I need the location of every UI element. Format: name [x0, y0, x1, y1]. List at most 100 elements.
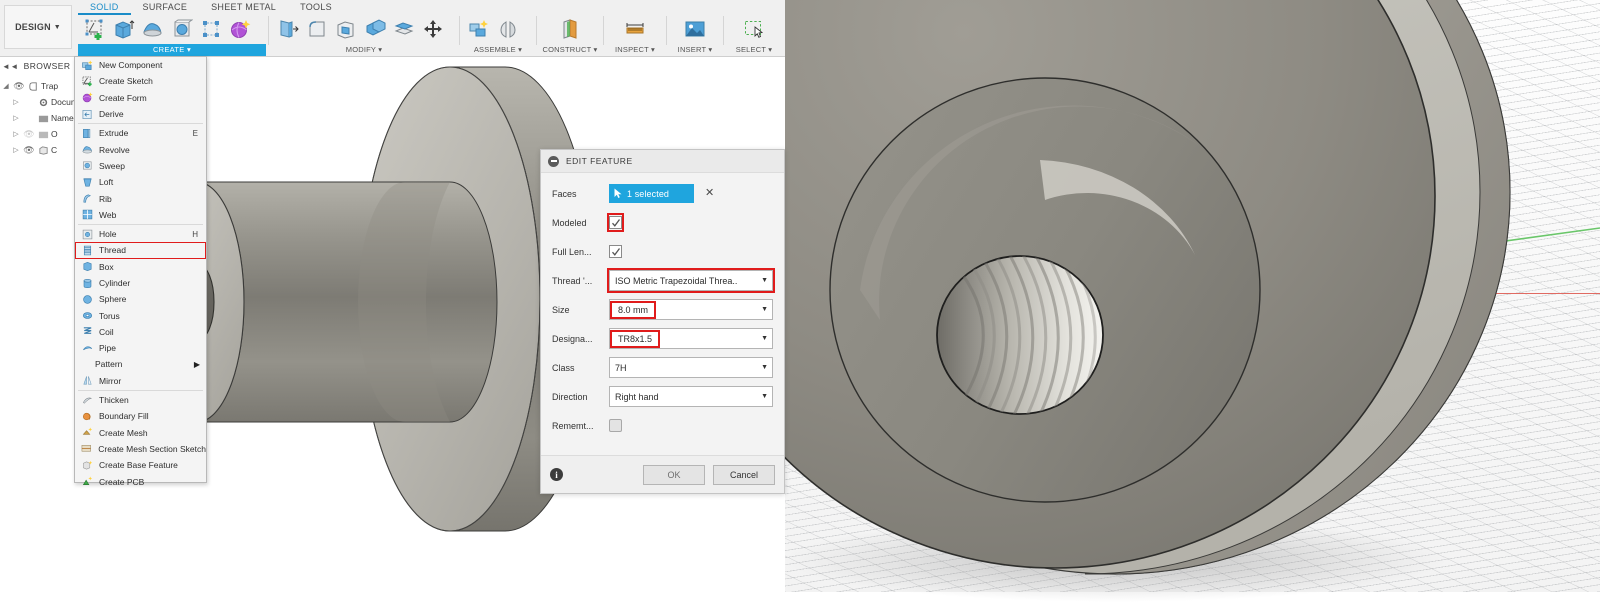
- chevron-down-icon[interactable]: ▼: [761, 271, 768, 290]
- pattern-icon[interactable]: [197, 15, 224, 43]
- body-icon: [36, 145, 51, 156]
- thread-type-combo[interactable]: ISO Metric Trapezoidal Threa.. ▼: [607, 268, 775, 293]
- menu-item-boundary-fill[interactable]: Boundary Fill: [75, 408, 206, 424]
- offset-plane-icon[interactable]: [557, 15, 584, 43]
- form-icon[interactable]: [226, 15, 253, 43]
- class-combo[interactable]: 7H ▼: [609, 357, 773, 378]
- chevron-down-icon[interactable]: ▼: [761, 300, 768, 319]
- menu-item-mirror[interactable]: Mirror: [75, 373, 206, 389]
- menu-item-create-mesh[interactable]: Create Mesh: [75, 425, 206, 441]
- ribbon-group-label-select[interactable]: SELECT ▾: [726, 44, 782, 56]
- tab-surface[interactable]: SURFACE: [131, 1, 200, 15]
- expand-triangle-icon[interactable]: ▷: [10, 98, 22, 106]
- ok-button[interactable]: OK: [643, 464, 705, 485]
- tab-solid[interactable]: SOLID: [78, 1, 131, 15]
- base-feature-icon: [79, 459, 95, 472]
- tab-tools[interactable]: TOOLS: [288, 1, 344, 15]
- pipe-icon: [79, 342, 95, 355]
- chevron-down-icon[interactable]: ▼: [761, 387, 768, 406]
- menu-item-revolve[interactable]: Revolve: [75, 141, 206, 157]
- combine-icon[interactable]: [361, 15, 388, 43]
- menu-item-label: Extrude: [99, 128, 129, 139]
- menu-item-derive[interactable]: Derive: [75, 106, 206, 122]
- modeling-viewport-right[interactable]: [785, 0, 1600, 616]
- menu-item-cylinder[interactable]: Cylinder: [75, 275, 206, 291]
- field-label-designation: Designa...: [552, 333, 593, 344]
- menu-item-create-sketch[interactable]: Create Sketch: [75, 73, 206, 89]
- menu-item-create-mesh-section-sketch[interactable]: Create Mesh Section Sketch: [75, 441, 206, 457]
- visibility-eye-icon[interactable]: 👁: [12, 81, 26, 92]
- remember-checkbox[interactable]: [609, 419, 622, 432]
- tab-sheet-metal[interactable]: SHEET METAL: [199, 1, 288, 15]
- press-pull-icon[interactable]: [274, 15, 301, 43]
- menu-item-pipe[interactable]: Pipe: [75, 340, 206, 356]
- menu-item-sweep[interactable]: Sweep: [75, 158, 206, 174]
- clear-selection-icon[interactable]: ✕: [705, 188, 714, 199]
- designation-combo[interactable]: TR8x1.5 ▼: [609, 328, 773, 349]
- menu-item-new-component[interactable]: New Component: [75, 57, 206, 73]
- menu-item-pattern[interactable]: Pattern ▶: [75, 356, 206, 372]
- chevron-down-icon[interactable]: ▼: [761, 358, 768, 377]
- menu-item-torus[interactable]: Torus: [75, 307, 206, 323]
- menu-item-create-pcb[interactable]: Create PCB: [75, 473, 206, 489]
- collapse-icon[interactable]: [548, 155, 559, 167]
- ribbon-group-inspect: INSPECT ▾: [606, 14, 664, 57]
- menu-item-extrude[interactable]: Extrude E: [75, 125, 206, 141]
- edit-feature-dialog[interactable]: EDIT FEATURE Faces 1 selected ✕ Modeled …: [540, 149, 785, 494]
- menu-item-thicken[interactable]: Thicken: [75, 392, 206, 408]
- select-icon[interactable]: [741, 15, 768, 43]
- expand-triangle-icon[interactable]: ▷: [10, 146, 22, 154]
- create-dropdown-menu[interactable]: New Component Create Sketch Create Form …: [74, 56, 207, 487]
- thread-type-control: ISO Metric Trapezoidal Threa.. ▼: [607, 268, 775, 293]
- expand-triangle-icon[interactable]: ▷: [10, 130, 22, 138]
- ribbon-group-label-modify[interactable]: MODIFY ▾: [271, 44, 457, 56]
- info-icon[interactable]: i: [550, 468, 563, 481]
- shell-icon[interactable]: [332, 15, 359, 43]
- field-label-remember: Rememt...: [552, 420, 594, 431]
- create-sketch-icon[interactable]: [81, 15, 108, 43]
- menu-item-label: Revolve: [99, 144, 130, 155]
- menu-item-sphere[interactable]: Sphere: [75, 291, 206, 307]
- extrude-icon[interactable]: [110, 15, 137, 43]
- menu-item-rib[interactable]: Rib: [75, 190, 206, 206]
- ribbon-group-label-inspect[interactable]: INSPECT ▾: [606, 44, 664, 56]
- faces-selection-chip[interactable]: 1 selected: [609, 184, 694, 203]
- menu-item-loft[interactable]: Loft: [75, 174, 206, 190]
- sweep-icon[interactable]: [168, 15, 195, 43]
- ribbon-group-label-assemble[interactable]: ASSEMBLE ▾: [462, 44, 534, 56]
- visibility-eye-icon[interactable]: 👁: [22, 129, 36, 140]
- joint-icon[interactable]: [494, 15, 521, 43]
- menu-item-create-form[interactable]: Create Form: [75, 90, 206, 106]
- cancel-button[interactable]: Cancel: [713, 464, 775, 485]
- dialog-header[interactable]: EDIT FEATURE: [541, 150, 784, 173]
- expand-triangle-icon[interactable]: ▷: [10, 114, 22, 122]
- design-workspace-button[interactable]: DESIGN ▼: [4, 5, 72, 49]
- menu-item-box[interactable]: Box: [75, 259, 206, 275]
- move-copy-icon[interactable]: [419, 15, 446, 43]
- menu-item-label: Web: [99, 209, 117, 220]
- modeled-checkbox[interactable]: [609, 216, 622, 229]
- fillet-icon[interactable]: [303, 15, 330, 43]
- menu-item-coil[interactable]: Coil: [75, 324, 206, 340]
- collapse-panel-icon[interactable]: ◄◄: [2, 62, 19, 71]
- visibility-eye-icon[interactable]: 👁: [22, 145, 36, 156]
- new-component-icon[interactable]: [465, 15, 492, 43]
- menu-item-thread[interactable]: Thread: [75, 242, 206, 259]
- ribbon-group-label-create[interactable]: CREATE ▾: [78, 44, 266, 56]
- offset-face-icon[interactable]: [390, 15, 417, 43]
- insert-image-icon[interactable]: [682, 15, 709, 43]
- full-length-checkbox[interactable]: [609, 245, 622, 258]
- expand-triangle-icon[interactable]: ◢: [0, 82, 12, 90]
- ribbon-group-label-insert[interactable]: INSERT ▾: [669, 44, 721, 56]
- measure-icon[interactable]: [622, 15, 649, 43]
- menu-item-create-base-feature[interactable]: Create Base Feature: [75, 457, 206, 473]
- menu-item-web[interactable]: Web: [75, 207, 206, 223]
- menu-item-hole[interactable]: Hole H: [75, 226, 206, 242]
- size-combo[interactable]: 8.0 mm ▼: [609, 299, 773, 320]
- direction-combo[interactable]: Right hand ▼: [609, 386, 773, 407]
- ribbon-group-label-construct[interactable]: CONSTRUCT ▾: [539, 44, 601, 56]
- menu-separator: [78, 223, 203, 225]
- revolve-icon[interactable]: [139, 15, 166, 43]
- folder-icon: [36, 129, 51, 140]
- chevron-down-icon[interactable]: ▼: [761, 329, 768, 348]
